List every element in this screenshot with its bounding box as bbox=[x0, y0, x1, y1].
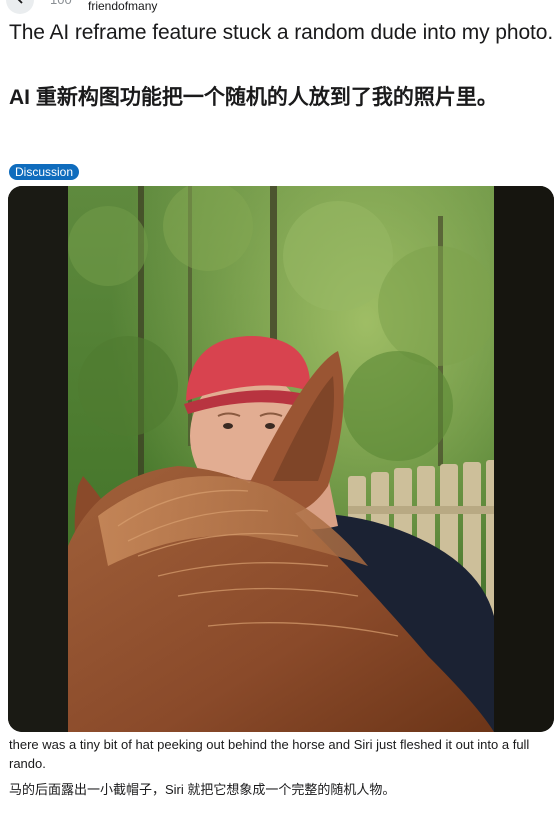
post-header: 100 friendofmany bbox=[0, 0, 559, 14]
post-title: The AI reframe feature stuck a random du… bbox=[9, 21, 554, 44]
post-title-translation: AI 重新构图功能把一个随机的人放到了我的照片里。 bbox=[9, 86, 498, 109]
member-count: 100 bbox=[50, 0, 72, 7]
post-body-translation: 马的后面露出一小截帽子，Siri 就把它想象成一个完整的随机人物。 bbox=[9, 782, 396, 797]
back-button[interactable] bbox=[6, 0, 34, 14]
post-image[interactable] bbox=[8, 186, 554, 732]
post-body: there was a tiny bit of hat peeking out … bbox=[9, 737, 530, 771]
arrow-left-icon bbox=[14, 0, 26, 9]
post-author[interactable]: friendofmany bbox=[88, 0, 157, 12]
photo-illustration bbox=[8, 186, 554, 732]
post-flair[interactable]: Discussion bbox=[9, 164, 80, 180]
